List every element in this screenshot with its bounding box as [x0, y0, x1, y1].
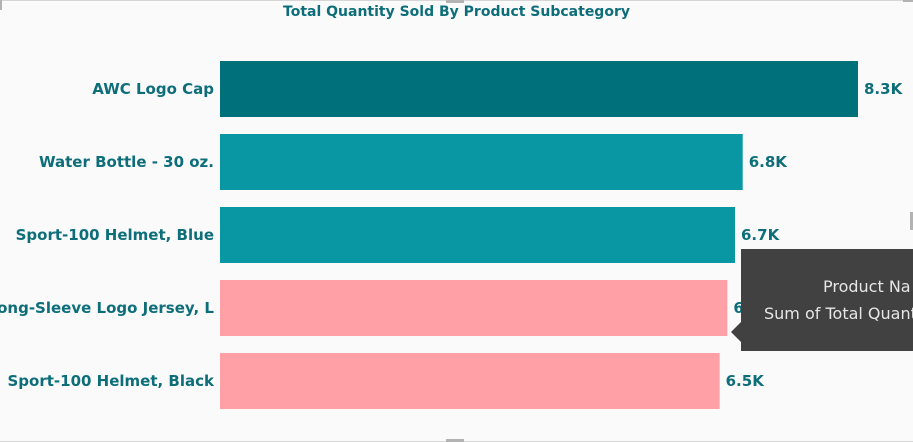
bar-2[interactable] — [220, 134, 743, 190]
data-label-2: 6.8K — [749, 153, 789, 171]
bar-5[interactable] — [220, 353, 720, 409]
category-label-4: Long-Sleeve Logo Jersey, L — [0, 299, 214, 317]
chart-visual[interactable]: Total Quantity Sold By Product Subcatego… — [0, 0, 913, 442]
bar-chart-plot: AWC Logo Cap 8.3K Water Bottle - 30 oz. 6.8… — [0, 61, 904, 409]
tooltip: Product Na Sum of Total Quant — [741, 249, 913, 351]
bar-3[interactable] — [220, 207, 736, 263]
category-label-5: Sport-100 Helmet, Black — [8, 372, 216, 390]
category-label-1: AWC Logo Cap — [92, 80, 214, 98]
tooltip-line-product: Product Na — [823, 277, 911, 296]
data-label-3: 6.7K — [741, 226, 781, 244]
tooltip-line-quantity: Sum of Total Quant — [764, 304, 913, 323]
category-label-2: Water Bottle - 30 oz. — [39, 153, 214, 171]
data-label-1: 8.3K — [864, 80, 904, 98]
bar-4[interactable] — [220, 280, 728, 336]
bar-1[interactable] — [220, 61, 858, 117]
tooltip-arrow — [731, 322, 741, 342]
data-label-5: 6.5K — [726, 372, 766, 390]
category-label-3: Sport-100 Helmet, Blue — [16, 226, 214, 244]
